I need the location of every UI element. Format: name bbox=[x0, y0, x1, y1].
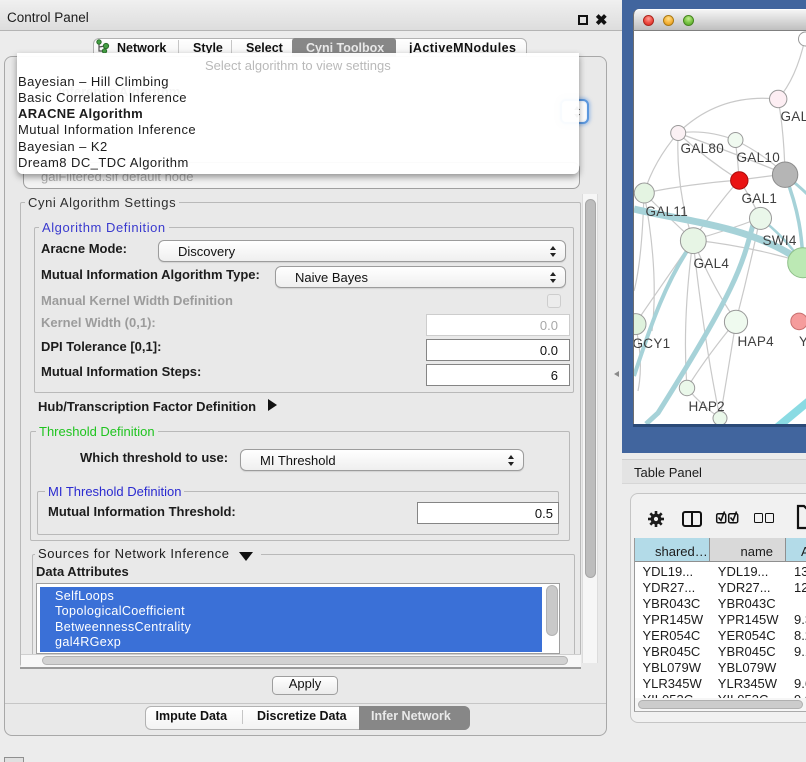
svg-text:HAP4: HAP4 bbox=[738, 334, 775, 349]
svg-text:GAL: GAL bbox=[781, 109, 806, 124]
svg-text:GAL11: GAL11 bbox=[646, 204, 689, 219]
svg-text:GAL1: GAL1 bbox=[742, 191, 778, 206]
svg-text:HAP2: HAP2 bbox=[689, 399, 725, 414]
svg-text:GAL10: GAL10 bbox=[737, 150, 781, 165]
svg-text:GAL4: GAL4 bbox=[694, 256, 730, 271]
svg-text:SWI4: SWI4 bbox=[763, 233, 797, 248]
svg-text:GAL80: GAL80 bbox=[681, 141, 725, 156]
svg-text:Y: Y bbox=[799, 334, 806, 349]
svg-text:GCY1: GCY1 bbox=[634, 336, 670, 351]
